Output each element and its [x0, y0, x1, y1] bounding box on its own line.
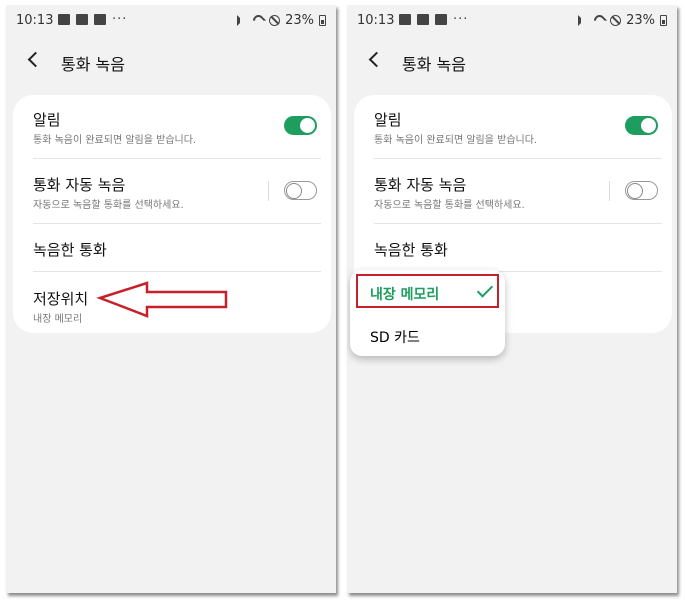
wifi-icon: [591, 12, 608, 29]
alerts-subtitle: 통화 녹음이 완료되면 알림을 받습니다.: [374, 135, 538, 146]
option-internal-memory[interactable]: 내장 메모리: [350, 272, 505, 312]
option-sd-card[interactable]: SD 카드: [350, 315, 505, 355]
auto-record-toggle[interactable]: [625, 181, 658, 200]
phone-screenshot-left: 10:13 ··· 23% 통화 녹음 알림 통화 녹음이 완료되면 알림을 받…: [6, 5, 336, 593]
option-label: SD 카드: [370, 330, 420, 346]
annotation-arrow: [96, 281, 228, 318]
vertical-separator: [609, 181, 610, 201]
recorded-calls-row[interactable]: 녹음한 통화: [354, 224, 672, 271]
phone-screenshot-right: 10:13 ··· 23% 통화 녹음 알림 통화 녹음이 완료되면 알림을 받…: [347, 5, 677, 593]
auto-record-title: 통화 자동 녹음: [374, 176, 467, 194]
auto-record-subtitle: 자동으로 녹음할 통화를 선택하세요.: [374, 200, 525, 211]
auto-record-row[interactable]: 통화 자동 녹음 자동으로 녹음할 통화를 선택하세요.: [354, 159, 672, 222]
weather-notification-icon: [417, 14, 429, 25]
gallery-notification-icon: [399, 14, 411, 25]
alerts-title: 알림: [374, 111, 402, 129]
recorded-calls-title: 녹음한 통화: [374, 241, 448, 259]
alerts-row[interactable]: 알림 통화 녹음이 완료되면 알림을 받습니다.: [354, 95, 672, 158]
annotation-highlight-box: [356, 274, 499, 308]
back-icon[interactable]: [368, 51, 385, 68]
page-title: 통화 녹음: [402, 55, 466, 74]
mute-icon: [578, 15, 589, 26]
do-not-disturb-icon: [610, 15, 622, 26]
more-notifications-icon: ···: [453, 11, 469, 27]
battery-percent: 23%: [626, 13, 655, 28]
app-bar: 통화 녹음: [347, 43, 677, 79]
app-notification-icon: [435, 14, 447, 25]
status-bar: 10:13 ··· 23%: [347, 5, 677, 35]
storage-location-popup: 내장 메모리 SD 카드: [350, 270, 505, 356]
alerts-toggle[interactable]: [625, 116, 658, 135]
status-time: 10:13: [357, 13, 395, 28]
battery-icon: [660, 15, 667, 26]
